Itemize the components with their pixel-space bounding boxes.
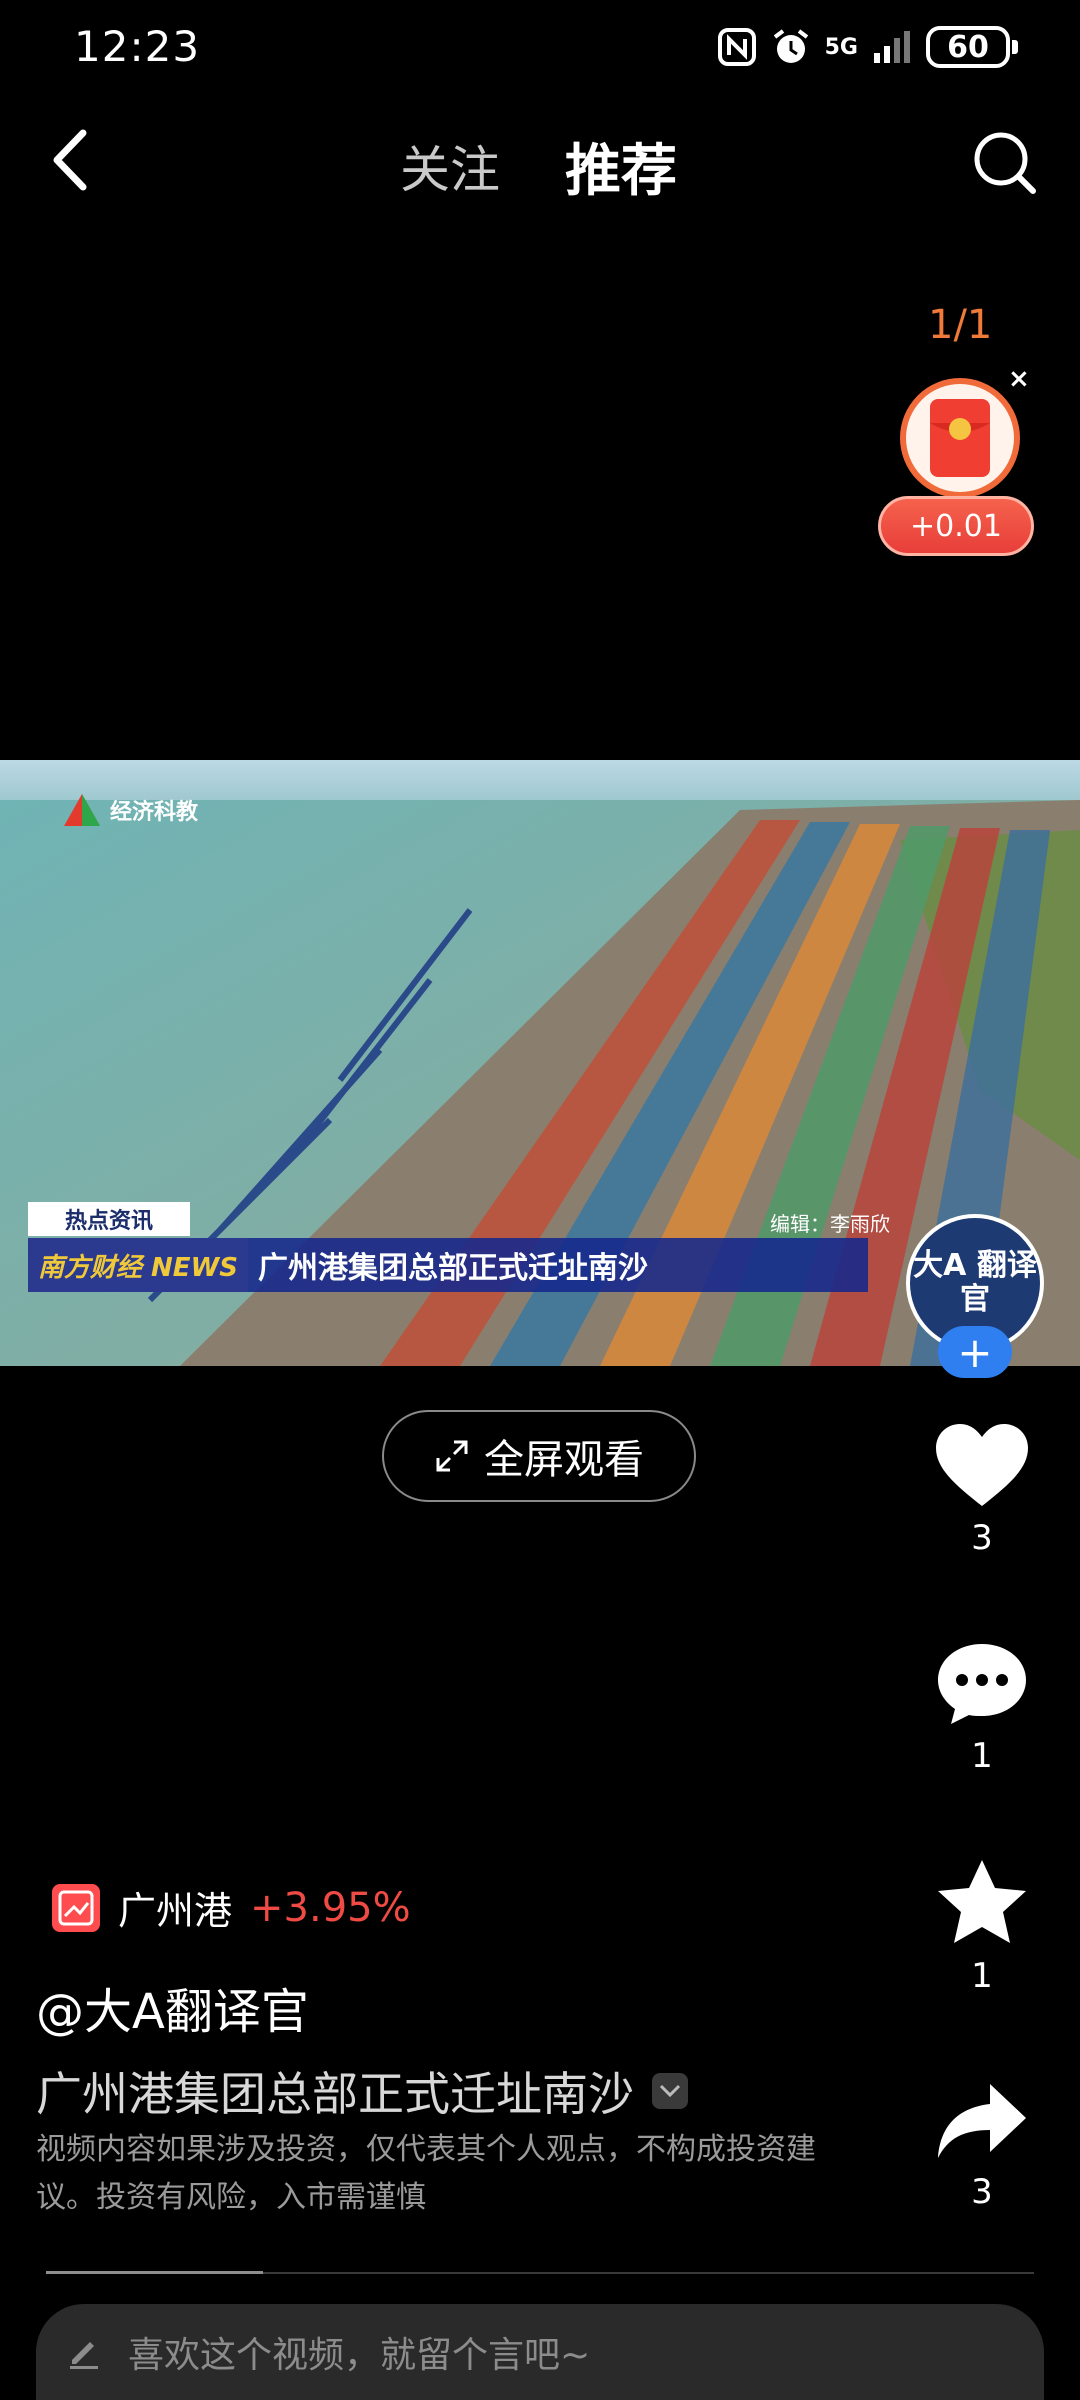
share-button[interactable]: 3	[912, 2080, 1052, 2212]
fullscreen-label: 全屏观看	[484, 1437, 644, 1483]
plus-icon: +	[957, 1327, 993, 1377]
like-button[interactable]: 3	[912, 1420, 1052, 1558]
like-count: 3	[971, 1518, 993, 1558]
battery-indicator: 60	[926, 26, 1018, 68]
favorite-button[interactable]: 1	[912, 1856, 1052, 1996]
editor-credit: 编辑：李雨欣	[770, 1212, 890, 1236]
heart-icon	[936, 1424, 1028, 1506]
nfc-icon	[717, 28, 756, 66]
tab-recommend[interactable]: 推荐	[565, 126, 677, 207]
fullscreen-button[interactable]: 全屏观看	[382, 1410, 696, 1502]
video-title-row: 广州港集团总部正式迁址南沙	[36, 2058, 688, 2124]
comment-icon	[938, 1644, 1026, 1724]
channel-logo-icon	[64, 794, 100, 826]
share-icon	[938, 2084, 1026, 2158]
back-button[interactable]	[30, 120, 110, 200]
chevron-down-icon	[659, 2084, 681, 2098]
search-button[interactable]	[960, 118, 1050, 208]
network-label: 5G	[824, 34, 858, 60]
stock-tag[interactable]: 广州港 +3.95%	[52, 1880, 411, 1935]
expand-icon	[436, 1440, 468, 1472]
channel-logo-text: 经济科教	[110, 800, 199, 825]
news-lower-third: 南方财经 NEWS 广州港集团总部正式迁址南沙	[28, 1238, 868, 1292]
signal-icon	[874, 31, 910, 63]
news-headline: 广州港集团总部正式迁址南沙	[257, 1251, 648, 1286]
reward-amount: +0.01	[878, 496, 1034, 556]
status-time: 12:23	[74, 22, 201, 71]
tab-follow[interactable]: 关注	[400, 130, 500, 202]
comment-button[interactable]: 1	[912, 1640, 1052, 1776]
red-envelope-button[interactable]	[900, 378, 1020, 498]
search-icon	[974, 132, 1036, 194]
status-icons: 5G 60	[717, 26, 1018, 68]
favorite-count: 1	[971, 1956, 993, 1996]
back-arrow-icon	[53, 129, 87, 191]
news-brand: 南方财经 NEWS	[28, 1238, 248, 1292]
expand-description-button[interactable]	[652, 2073, 688, 2109]
channel-logo: 经济科教	[60, 790, 198, 830]
news-tag: 热点资讯	[28, 1202, 190, 1236]
red-envelope-icon	[930, 399, 990, 477]
reward-close-button[interactable]: ×	[1008, 364, 1030, 394]
video-title: 广州港集团总部正式迁址南沙	[36, 2067, 634, 2121]
comment-input[interactable]: 喜欢这个视频，就留个言吧~	[36, 2304, 1044, 2400]
comment-placeholder: 喜欢这个视频，就留个言吧~	[128, 2335, 591, 2376]
video-progress-fill	[46, 2271, 264, 2274]
battery-level: 60	[947, 29, 989, 65]
share-count: 3	[971, 2172, 993, 2212]
pencil-icon	[70, 2342, 98, 2369]
follow-button[interactable]: +	[938, 1326, 1012, 1378]
investment-disclaimer: 视频内容如果涉及投资，仅代表其个人观点，不构成投资建议。投资有风险，入市需谨慎	[36, 2132, 816, 2215]
alarm-icon	[773, 29, 808, 63]
comment-count: 1	[971, 1736, 993, 1776]
author-name[interactable]: @大A翻译官	[36, 1972, 309, 2042]
stock-chart-icon	[52, 1883, 100, 1932]
stock-name: 广州港	[118, 1889, 233, 1933]
stock-change: +3.95%	[250, 1884, 411, 1931]
reward-count: 1/1	[928, 302, 993, 348]
star-icon	[938, 1860, 1026, 1943]
